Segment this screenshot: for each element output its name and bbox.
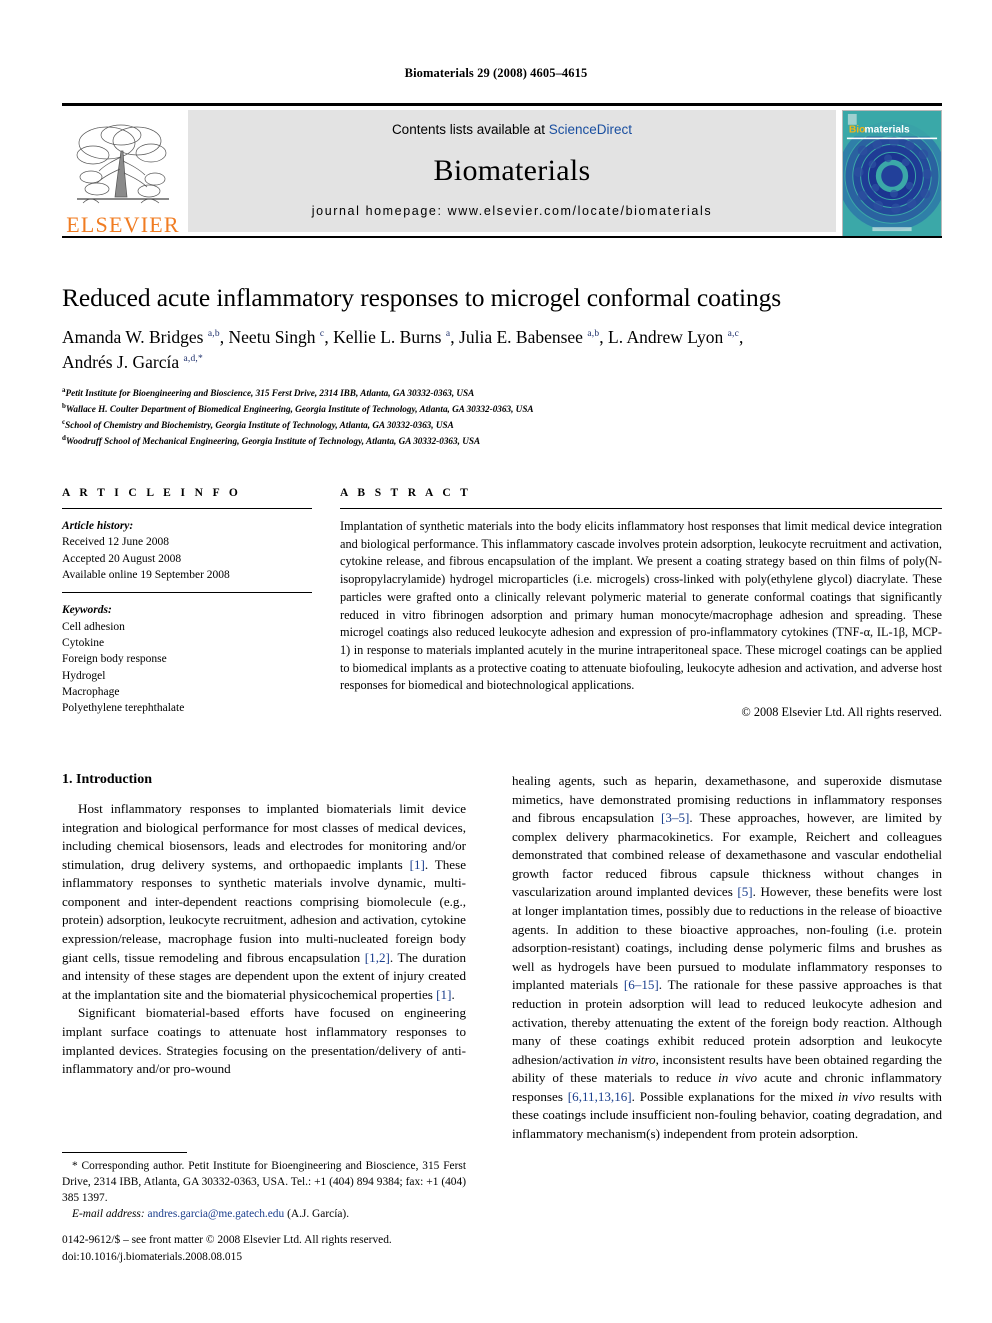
elsevier-tree-icon <box>76 124 169 204</box>
intro-paragraph-continued: healing agents, such as heparin, dexamet… <box>512 773 943 1141</box>
elsevier-logo: ELSEVIER <box>62 110 184 238</box>
citation-ref[interactable]: [1] <box>436 987 451 1002</box>
intro-paragraph-2: Significant biomaterial-based efforts ha… <box>62 1005 466 1077</box>
affiliation-text: School of Chemistry and Biochemistry, Ge… <box>65 420 454 430</box>
issn-front-matter: 0142-9612/$ – see front matter © 2008 El… <box>62 1234 392 1246</box>
abstract-rule <box>340 508 942 509</box>
contents-available-line: Contents lists available at ScienceDirec… <box>392 122 632 137</box>
author-list: Amanda W. Bridges a,b, Neetu Singh c, Ke… <box>62 327 744 372</box>
email-line: E-mail address: andres.garcia@me.gatech.… <box>62 1207 466 1223</box>
journal-article-page: Biomaterials 29 (2008) 4605–4615 ELSEVIE… <box>0 0 992 1323</box>
abstract-text: Implantation of synthetic materials into… <box>340 519 942 693</box>
article-history-accepted: Accepted 20 August 2008 <box>62 552 182 565</box>
sciencedirect-link[interactable]: ScienceDirect <box>549 122 632 137</box>
affiliation-text: Petit Institute for Bioengineering and B… <box>65 388 475 399</box>
affiliation-item: aPetit Institute for Bioengineering and … <box>62 385 942 401</box>
article-info-heading: A R T I C L E I N F O <box>62 487 242 499</box>
copyright-line: © 2008 Elsevier Ltd. All rights reserved… <box>741 705 942 720</box>
keywords-block: Keywords: Cell adhesion Cytokine Foreign… <box>62 602 312 716</box>
email-owner: (A.J. García). <box>287 1207 350 1220</box>
keywords-label: Keywords: <box>62 604 112 617</box>
affiliation-text: Woodruff School of Mechanical Engineerin… <box>65 435 481 446</box>
article-history-label: Article history: <box>62 520 134 532</box>
keyword-item: Cell adhesion <box>62 620 125 633</box>
affiliation-list: aPetit Institute for Bioengineering and … <box>62 385 942 449</box>
masthead-bottom-rule <box>62 236 942 238</box>
corresponding-author-text: * Corresponding author. Petit Institute … <box>62 1160 466 1204</box>
abstract-heading: A B S T R A C T <box>340 487 472 499</box>
page-title: Reduced acute inflammatory responses to … <box>62 283 782 312</box>
journal-banner: Contents lists available at ScienceDirec… <box>188 110 836 232</box>
citation-ref[interactable]: [5] <box>737 884 752 899</box>
keyword-item: Foreign body response <box>62 653 167 666</box>
contents-prefix-text: Contents lists available at <box>391 122 549 137</box>
article-history-online: Available online 19 September 2008 <box>62 568 230 581</box>
keyword-item: Hydrogel <box>62 669 106 682</box>
journal-title: Biomaterials <box>433 153 591 187</box>
affiliation-item: dWoodruff School of Mechanical Engineeri… <box>62 433 942 449</box>
svg-text:Bio: Bio <box>849 125 866 136</box>
affiliation-text: Wallace H. Coulter Department of Biomedi… <box>65 404 534 415</box>
intro-paragraph-1: Host inflammatory responses to implanted… <box>62 800 466 1079</box>
article-info-rule <box>62 508 312 509</box>
section-heading-introduction: 1. Introduction <box>62 772 152 787</box>
citation-ref[interactable]: [1,2] <box>365 950 390 965</box>
corresponding-author-footnote: * Corresponding author. Petit Institute … <box>62 1152 466 1223</box>
footnote-rule <box>62 1152 187 1153</box>
doi-line: doi:10.1016/j.biomaterials.2008.08.015 <box>62 1250 243 1263</box>
svg-text:materials: materials <box>865 125 910 136</box>
elsevier-wordmark: ELSEVIER <box>66 212 180 237</box>
journal-cover-thumbnail: Bio materials <box>842 110 942 238</box>
keyword-item: Polyethylene terephthalate <box>62 702 185 715</box>
keyword-item: Macrophage <box>62 685 120 698</box>
citation-ref[interactable]: [6–15] <box>624 977 659 992</box>
keyword-item: Cytokine <box>62 636 105 649</box>
affiliation-item: bWallace H. Coulter Department of Biomed… <box>62 401 942 417</box>
abstract-block: A B S T R A C T Implantation of syntheti… <box>340 487 942 720</box>
introduction-right-column: healing agents, such as heparin, dexamet… <box>512 772 942 1144</box>
introduction-left-column: 1. Introduction Host inflammatory respon… <box>62 772 466 1079</box>
journal-masthead: ELSEVIER Contents lists available at Sci… <box>62 103 942 238</box>
citation-ref[interactable]: [3–5] <box>661 810 689 825</box>
article-info-block: A R T I C L E I N F O Article history: R… <box>62 487 312 717</box>
footer-imprint: 0142-9612/$ – see front matter © 2008 El… <box>62 1232 492 1265</box>
cover-artwork: Bio materials <box>843 111 941 237</box>
article-history-received: Received 12 June 2008 <box>62 536 169 549</box>
email-link[interactable]: andres.garcia@me.gatech.edu <box>148 1208 285 1220</box>
keywords-rule <box>62 592 312 594</box>
journal-homepage-url[interactable]: journal homepage: www.elsevier.com/locat… <box>312 204 712 218</box>
email-label: E-mail address: <box>72 1207 145 1220</box>
citation-ref[interactable]: [6,11,13,16] <box>568 1089 632 1104</box>
affiliation-item: cSchool of Chemistry and Biochemistry, G… <box>62 417 942 433</box>
running-head: Biomaterials 29 (2008) 4605–4615 <box>404 66 588 80</box>
citation-ref[interactable]: [1] <box>410 857 425 872</box>
